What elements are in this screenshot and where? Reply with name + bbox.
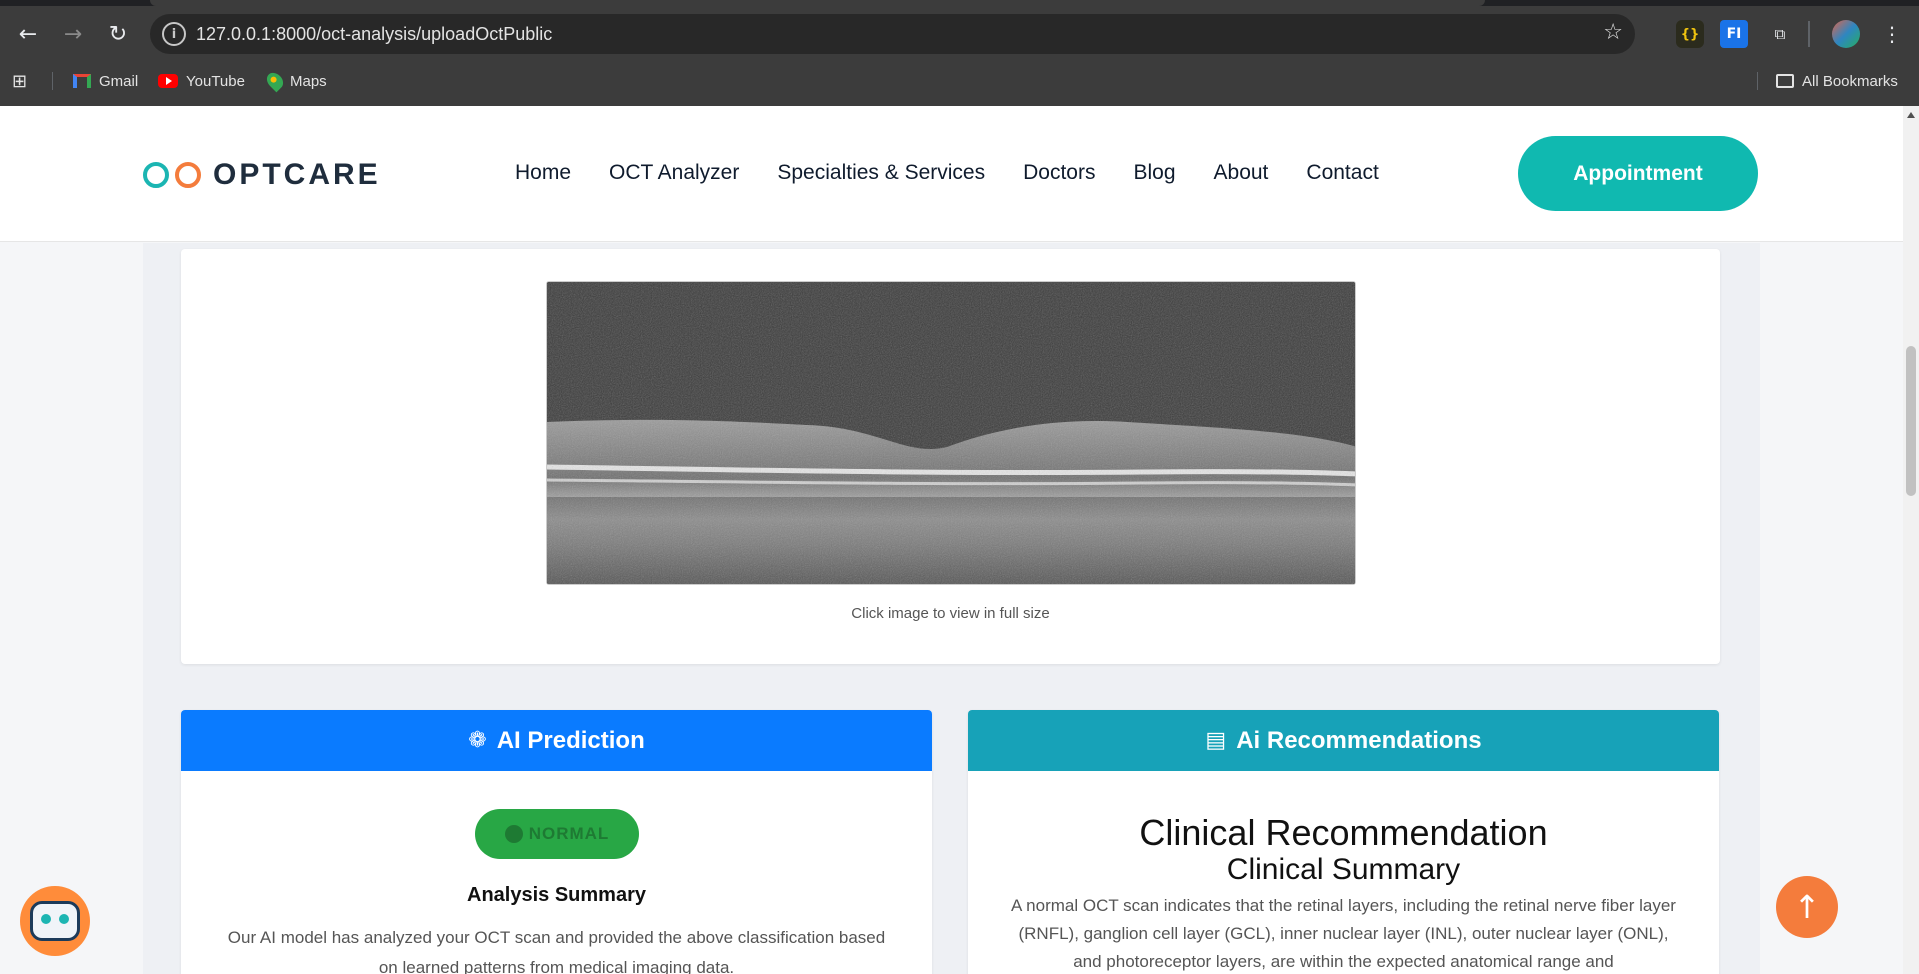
nav-home[interactable]: Home <box>515 161 571 185</box>
all-bookmarks-button[interactable]: All Bookmarks <box>1776 68 1898 94</box>
appointment-button[interactable]: Appointment <box>1518 136 1758 211</box>
analysis-summary-title: Analysis Summary <box>467 884 646 906</box>
active-tab[interactable] <box>150 0 1485 6</box>
reload-icon[interactable]: ↻ <box>100 16 136 52</box>
bookmark-gmail[interactable]: Gmail <box>73 68 138 94</box>
back-icon[interactable]: ← <box>10 16 46 52</box>
address-bar[interactable]: i 127.0.0.1:8000/oct-analysis/uploadOctP… <box>150 14 1635 54</box>
check-circle-icon <box>504 825 523 843</box>
gmail-icon <box>73 74 91 88</box>
site-header: OPTCARE Home OCT Analyzer Specialties & … <box>0 106 1903 242</box>
extensions-puzzle-icon[interactable]: ⧉ <box>1766 20 1794 48</box>
apps-grid-icon[interactable]: ⊞ <box>12 68 27 94</box>
browser-menu-icon[interactable]: ⋮ <box>1878 20 1906 48</box>
scroll-up-arrow-icon[interactable] <box>1907 112 1915 118</box>
nav-blog[interactable]: Blog <box>1133 161 1175 185</box>
url-text[interactable]: 127.0.0.1:8000/oct-analysis/uploadOctPub… <box>196 24 552 45</box>
youtube-icon <box>158 74 178 88</box>
robot-face-icon <box>30 901 80 941</box>
brand-name: OPTCARE <box>213 158 381 191</box>
nav-doctors[interactable]: Doctors <box>1023 161 1095 185</box>
ai-recommendations-panel: ▤ Ai Recommendations Clinical Recommenda… <box>968 710 1719 974</box>
nav-about[interactable]: About <box>1214 161 1269 185</box>
bookmarks-divider <box>52 72 53 90</box>
analysis-summary-text: Our AI model has analyzed your OCT scan … <box>227 928 886 974</box>
nav-oct-analyzer[interactable]: OCT Analyzer <box>609 161 739 185</box>
brain-icon: ❁ <box>468 728 487 753</box>
bookmark-label: Gmail <box>99 72 139 90</box>
bookmarks-divider <box>1757 72 1758 90</box>
clinical-recommendation-title: Clinical Recommendation <box>1139 812 1548 853</box>
browser-toolbar: ← → ↻ i 127.0.0.1:8000/oct-analysis/uplo… <box>0 12 1919 56</box>
clipboard-icon: ▤ <box>1205 728 1227 753</box>
bookmark-star-icon[interactable]: ☆ <box>1603 20 1623 45</box>
ai-prediction-title: AI Prediction <box>496 726 645 754</box>
prediction-label: NORMAL <box>528 824 610 843</box>
main-navigation: Home OCT Analyzer Specialties & Services… <box>515 161 1417 185</box>
fi-extension-icon[interactable]: FI <box>1720 20 1748 48</box>
bookmark-label: YouTube <box>186 72 245 90</box>
all-bookmarks-label: All Bookmarks <box>1802 72 1898 90</box>
ai-prediction-header: ❁ AI Prediction <box>181 710 932 771</box>
ai-prediction-panel: ❁ AI Prediction NORMAL Analysis Summary … <box>181 710 932 974</box>
glasses-logo-icon <box>143 162 201 188</box>
profile-avatar[interactable] <box>1832 20 1860 48</box>
site-info-icon[interactable]: i <box>162 22 186 46</box>
oct-image-card: Click image to view in full size <box>181 249 1720 664</box>
bookmark-youtube[interactable]: YouTube <box>158 68 245 94</box>
page-viewport: Click image to view in full size ❁ AI Pr… <box>0 106 1919 974</box>
nav-contact[interactable]: Contact <box>1306 161 1378 185</box>
ai-recommendations-title: Ai Recommendations <box>1236 726 1482 754</box>
ai-recommendations-header: ▤ Ai Recommendations <box>968 710 1719 771</box>
browser-chrome: ← → ↻ i 127.0.0.1:8000/oct-analysis/uplo… <box>0 0 1919 106</box>
json-extension-icon[interactable]: {} <box>1676 20 1704 48</box>
bookmark-label: Maps <box>290 72 327 90</box>
bookmark-maps[interactable]: Maps <box>263 68 327 94</box>
bookmarks-bar: ⊞ Gmail YouTube Maps All Bookmarks <box>0 64 1919 98</box>
clinical-summary-title: Clinical Summary <box>1226 853 1461 886</box>
chatbot-icon[interactable] <box>20 886 90 956</box>
logo-ring-right <box>175 162 201 188</box>
nav-specialties-services[interactable]: Specialties & Services <box>777 161 985 185</box>
toolbar-divider <box>1808 21 1810 47</box>
tab-strip <box>0 0 1919 6</box>
image-caption: Click image to view in full size <box>851 605 1050 622</box>
forward-icon[interactable]: → <box>55 16 91 52</box>
scroll-to-top-icon[interactable]: ↑ <box>1776 876 1838 938</box>
clinical-summary-text: A normal OCT scan indicates that the ret… <box>1011 896 1676 971</box>
logo-ring-left <box>143 162 169 188</box>
oct-scan-image[interactable] <box>546 281 1356 585</box>
prediction-badge: NORMAL <box>475 809 639 859</box>
maps-icon <box>263 69 287 93</box>
scrollbar-thumb[interactable] <box>1906 346 1916 496</box>
page-scrollbar[interactable] <box>1903 106 1919 974</box>
site-logo[interactable]: OPTCARE <box>143 158 381 192</box>
folder-icon <box>1776 74 1794 88</box>
